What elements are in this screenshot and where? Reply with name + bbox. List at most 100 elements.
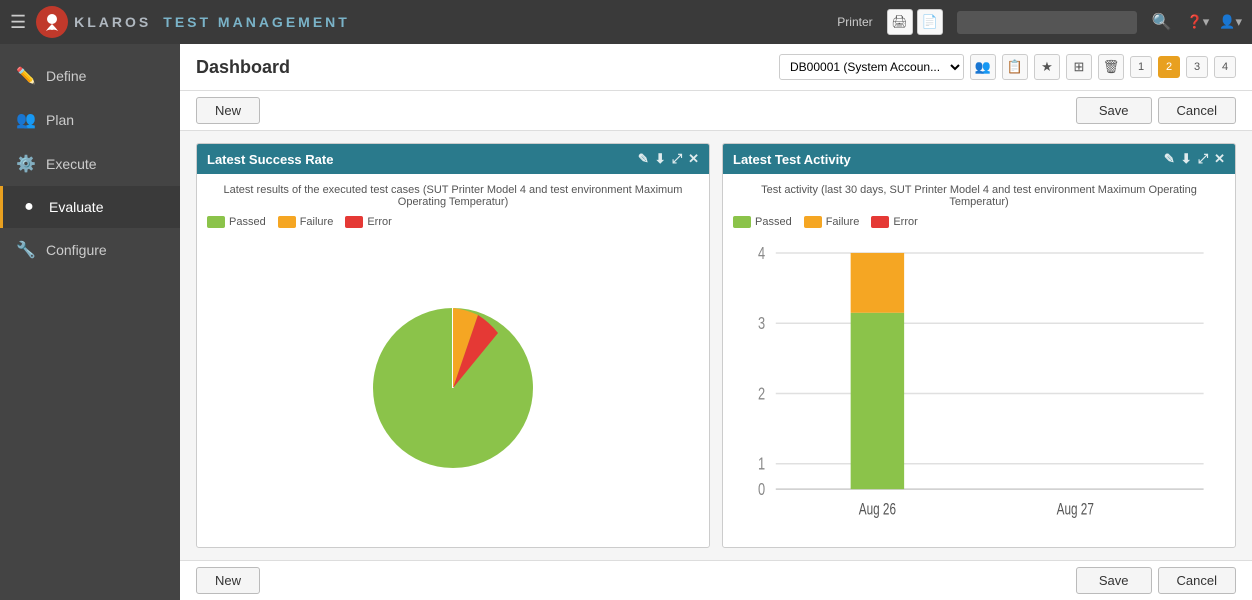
svg-text:3: 3 (758, 314, 765, 334)
sidebar-item-configure[interactable]: 🔧 Configure (0, 228, 180, 272)
download-icon[interactable]: ⬇ (655, 151, 666, 167)
page-btn-4[interactable]: 4 (1214, 56, 1236, 78)
star-icon-btn[interactable]: ★ (1034, 54, 1060, 80)
delete-icon-btn[interactable]: 🗑 (1098, 54, 1124, 80)
success-rate-panel: Latest Success Rate ✎ ⬇ ⤢ ✕ Latest resul… (196, 143, 710, 548)
bar-aug26-passed (851, 313, 904, 489)
legend-error-label: Error (893, 216, 917, 228)
page-btn-2[interactable]: 2 (1158, 56, 1180, 78)
legend-failure-label: Failure (300, 216, 334, 228)
close-icon[interactable]: ✕ (688, 151, 699, 167)
legend-passed: Passed (207, 216, 266, 228)
layout-icon-btn[interactable]: ⊞ (1066, 54, 1092, 80)
sidebar-item-execute[interactable]: ⚙️ Execute (0, 142, 180, 186)
pie-chart (358, 293, 548, 483)
top-toolbar: New Save Cancel (180, 91, 1252, 131)
search-icon[interactable]: 🔍 (1147, 10, 1177, 34)
sidebar-item-plan[interactable]: 👥 Plan (0, 98, 180, 142)
expand-icon[interactable]: ⤢ (672, 151, 682, 167)
legend-passed-label: Passed (229, 216, 266, 228)
sidebar-item-define[interactable]: ✏️ Define (0, 54, 180, 98)
users-icon-btn[interactable]: 👥 (970, 54, 996, 80)
user-button[interactable]: 👤▾ (1219, 14, 1242, 30)
page-btn-3[interactable]: 3 (1186, 56, 1208, 78)
save-button-bottom[interactable]: Save (1076, 567, 1152, 594)
logo-text: KLAROS (74, 14, 151, 30)
printer-icons: 🖨 📄 (887, 9, 943, 35)
test-activity-subtitle: Test activity (last 30 days, SUT Printer… (733, 184, 1225, 208)
bottom-toolbar: New Save Cancel (180, 560, 1252, 600)
header-right: DB00001 (System Accoun... 👥 📋 ★ ⊞ 🗑 1 2 … (779, 54, 1236, 80)
svg-text:1: 1 (758, 455, 765, 475)
legend-passed-color (733, 216, 751, 228)
legend-error-label: Error (367, 216, 391, 228)
dashboard-header: Dashboard DB00001 (System Accoun... 👥 📋 … (180, 44, 1252, 91)
copy-icon-btn[interactable]: 📋 (1002, 54, 1028, 80)
test-activity-panel-header: Latest Test Activity ✎ ⬇ ⤢ ✕ (723, 144, 1235, 174)
test-activity-header-icons: ✎ ⬇ ⤢ ✕ (1164, 151, 1225, 167)
logo-sub-text: TEST MANAGEMENT (163, 14, 350, 30)
hamburger-icon[interactable]: ☰ (10, 12, 26, 33)
sidebar-item-evaluate[interactable]: ● Evaluate (0, 186, 180, 228)
svg-text:Aug 27: Aug 27 (1057, 501, 1094, 519)
sidebar-item-label: Configure (46, 242, 107, 258)
success-rate-subtitle: Latest results of the executed test case… (207, 184, 699, 208)
panels-area: Latest Success Rate ✎ ⬇ ⤢ ✕ Latest resul… (180, 131, 1252, 560)
bottom-toolbar-right: Save Cancel (1076, 567, 1236, 594)
svg-text:2: 2 (758, 385, 765, 405)
edit-icon[interactable]: ✎ (1164, 151, 1175, 167)
test-activity-legend: Passed Failure Error (733, 216, 1225, 228)
edit-icon[interactable]: ✎ (638, 151, 649, 167)
bar-chart-container: 0 1 2 3 4 Aug 26 (733, 238, 1225, 537)
sidebar-item-label: Plan (46, 112, 74, 128)
app-layout: ✏️ Define 👥 Plan ⚙️ Execute ● Evaluate 🔧… (0, 44, 1252, 600)
success-rate-legend: Passed Failure Error (207, 216, 699, 228)
success-rate-body: Latest results of the executed test case… (197, 174, 709, 547)
logo-icon (36, 6, 68, 38)
printer-icon-1[interactable]: 🖨 (887, 9, 913, 35)
legend-failure-label: Failure (826, 216, 860, 228)
svg-text:Aug 26: Aug 26 (859, 501, 896, 519)
svg-text:0: 0 (758, 480, 765, 500)
legend-error-color (871, 216, 889, 228)
printer-label: Printer (837, 15, 872, 29)
test-activity-panel: Latest Test Activity ✎ ⬇ ⤢ ✕ Test activi… (722, 143, 1236, 548)
legend-failure: Failure (278, 216, 334, 228)
global-search-input[interactable] (957, 11, 1137, 34)
evaluate-icon: ● (19, 198, 39, 216)
page-btn-1[interactable]: 1 (1130, 56, 1152, 78)
execute-icon: ⚙️ (16, 154, 36, 174)
new-button-bottom[interactable]: New (196, 567, 260, 594)
sidebar-item-label: Evaluate (49, 199, 103, 215)
dashboard-dropdown[interactable]: DB00001 (System Accoun... (779, 54, 964, 80)
legend-passed-label: Passed (755, 216, 792, 228)
sidebar: ✏️ Define 👥 Plan ⚙️ Execute ● Evaluate 🔧… (0, 44, 180, 600)
cancel-button-bottom[interactable]: Cancel (1158, 567, 1236, 594)
bar-chart-svg: 0 1 2 3 4 Aug 26 (733, 238, 1225, 537)
cancel-button-top[interactable]: Cancel (1158, 97, 1236, 124)
expand-icon[interactable]: ⤢ (1198, 151, 1208, 167)
pie-chart-container (207, 238, 699, 537)
page-title: Dashboard (196, 57, 290, 78)
legend-error: Error (871, 216, 917, 228)
top-nav: ☰ KLAROS TEST MANAGEMENT Printer 🖨 📄 🔍 ❓… (0, 0, 1252, 44)
bar-aug26-failure (851, 253, 904, 313)
test-activity-title: Latest Test Activity (733, 152, 851, 167)
plan-icon: 👥 (16, 110, 36, 130)
define-icon: ✏️ (16, 66, 36, 86)
test-activity-body: Test activity (last 30 days, SUT Printer… (723, 174, 1235, 547)
success-rate-panel-header: Latest Success Rate ✎ ⬇ ⤢ ✕ (197, 144, 709, 174)
sidebar-item-label: Execute (46, 156, 97, 172)
printer-icon-2[interactable]: 📄 (917, 9, 943, 35)
configure-icon: 🔧 (16, 240, 36, 260)
download-icon[interactable]: ⬇ (1181, 151, 1192, 167)
close-icon[interactable]: ✕ (1214, 151, 1225, 167)
panel-header-icons: ✎ ⬇ ⤢ ✕ (638, 151, 699, 167)
logo-container: KLAROS TEST MANAGEMENT (36, 6, 350, 38)
save-button-top[interactable]: Save (1076, 97, 1152, 124)
legend-failure: Failure (804, 216, 860, 228)
legend-error: Error (345, 216, 391, 228)
new-button-top[interactable]: New (196, 97, 260, 124)
help-button[interactable]: ❓▾ (1187, 14, 1210, 30)
legend-error-color (345, 216, 363, 228)
